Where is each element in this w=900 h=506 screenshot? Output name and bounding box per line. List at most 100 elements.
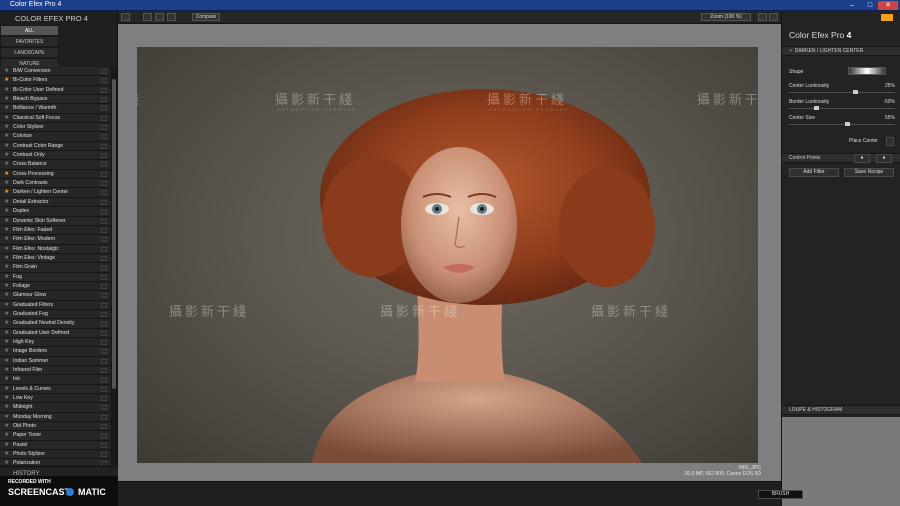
favorite-star-icon[interactable]: ★ <box>4 254 9 263</box>
filter-item[interactable]: ★ Foliage <box>0 281 110 292</box>
recipe-icon[interactable] <box>101 311 107 317</box>
recipe-icon[interactable] <box>101 78 107 84</box>
filter-item[interactable]: ★ Detail Extractor <box>0 197 110 208</box>
filter-item[interactable]: ★ Ink <box>0 375 110 385</box>
favorite-star-icon[interactable]: ★ <box>4 235 9 244</box>
filter-item[interactable]: ★ Graduated Filters <box>0 300 110 310</box>
panel-toggle-icon[interactable] <box>121 13 130 21</box>
recipe-icon[interactable] <box>101 330 107 336</box>
recipe-icon[interactable] <box>101 97 107 103</box>
recipe-icon[interactable] <box>101 424 107 430</box>
favorite-star-icon[interactable]: ★ <box>4 431 9 440</box>
filter-item[interactable]: ★ Midnight <box>0 403 110 413</box>
filter-section-header[interactable]: ✓ DARKEN / LIGHTEN CENTER <box>782 46 900 56</box>
recipe-icon[interactable] <box>101 181 107 187</box>
recipe-icon[interactable] <box>101 162 107 168</box>
maximize-button[interactable]: □ <box>860 1 880 10</box>
favorite-star-icon[interactable]: ★ <box>4 357 9 366</box>
recipe-icon[interactable] <box>101 461 107 465</box>
loupe-histogram-section[interactable]: LOUPE & HISTOGRAM <box>782 405 900 415</box>
slider-knob[interactable] <box>844 122 850 126</box>
recipe-icon[interactable] <box>101 143 107 149</box>
filter-item[interactable]: ★ Fog <box>0 272 110 282</box>
zoom-select[interactable]: Zoom (100 %) <box>701 13 751 21</box>
favorite-star-icon[interactable]: ★ <box>4 160 9 169</box>
recipe-icon[interactable] <box>101 134 107 140</box>
brush-button[interactable]: BRUSH <box>758 490 803 499</box>
slider-knob[interactable] <box>852 90 858 94</box>
filter-item[interactable]: ★ Graduated User Defined <box>0 328 110 338</box>
filter-item[interactable]: ★ Graduated Neutral Density <box>0 319 110 329</box>
filter-item[interactable]: ★ Dynamic Skin Softener <box>0 216 110 226</box>
filter-item[interactable]: ★ Glamour Glow <box>0 291 110 301</box>
favorite-star-icon[interactable]: ★ <box>4 347 9 356</box>
recipe-icon[interactable] <box>101 358 107 364</box>
favorite-star-icon[interactable]: ★ <box>4 104 9 113</box>
filter-item[interactable]: ★ Levels & Curves <box>0 384 110 395</box>
recipe-icon[interactable] <box>101 190 107 196</box>
favorite-star-icon[interactable]: ★ <box>4 441 9 450</box>
favorite-star-icon[interactable]: ★ <box>4 67 9 76</box>
filter-item[interactable]: ★ Low Key <box>0 394 110 404</box>
filter-item[interactable]: ★ Bi-Color Filters <box>0 76 110 86</box>
filter-item[interactable]: ★ Colorize <box>0 132 110 142</box>
filter-item[interactable]: ★ Photo Stylizer <box>0 450 110 460</box>
favorite-star-icon[interactable]: ★ <box>4 114 9 123</box>
filter-item[interactable]: ★ Contrast Color Range <box>0 141 110 152</box>
recipe-icon[interactable] <box>101 246 107 252</box>
compare-button[interactable]: Compare <box>192 13 220 21</box>
favorite-star-icon[interactable]: ★ <box>4 394 9 403</box>
filter-item[interactable]: ★ Classical Soft Focus <box>0 113 110 124</box>
filter-item[interactable]: ★ Polarization <box>0 459 110 465</box>
recipe-icon[interactable] <box>101 293 107 299</box>
side-by-side-icon[interactable] <box>167 13 176 21</box>
filter-item[interactable]: ★ Film Efex: Faded <box>0 225 110 236</box>
recipe-icon[interactable] <box>101 227 107 233</box>
favorite-star-icon[interactable]: ★ <box>4 95 9 104</box>
center-size-slider[interactable] <box>789 122 895 126</box>
subtract-control-point-button[interactable]: ● <box>876 154 892 163</box>
category-tab-favorites[interactable]: FAVORITES <box>0 36 59 47</box>
scrollbar-thumb[interactable] <box>112 79 116 389</box>
favorite-star-icon[interactable]: ★ <box>4 86 9 95</box>
favorite-star-icon[interactable]: ★ <box>4 366 9 375</box>
filter-item[interactable]: ★ Film Efex: Modern <box>0 235 110 245</box>
recipe-icon[interactable] <box>101 377 107 383</box>
recipe-icon[interactable] <box>101 265 107 271</box>
filter-item[interactable]: ★ Indian Summer <box>0 356 110 366</box>
favorite-star-icon[interactable]: ★ <box>4 263 9 272</box>
favorite-star-icon[interactable]: ★ <box>4 310 9 319</box>
favorite-star-icon[interactable]: ★ <box>4 319 9 328</box>
favorite-star-icon[interactable]: ★ <box>4 198 9 207</box>
filter-item[interactable]: ★ Cross Balance <box>0 160 110 170</box>
favorite-star-icon[interactable]: ★ <box>4 422 9 431</box>
recipe-icon[interactable] <box>101 396 107 402</box>
favorite-star-icon[interactable]: ★ <box>4 450 9 459</box>
favorite-star-icon[interactable]: ★ <box>4 76 9 85</box>
recipe-icon[interactable] <box>101 171 107 177</box>
filter-item[interactable]: ★ Dark Contrasts <box>0 179 110 189</box>
save-recipe-button[interactable]: Save Recipe <box>844 168 894 177</box>
place-center-button[interactable] <box>886 137 894 146</box>
add-filter-button[interactable]: Add Filter <box>789 168 839 177</box>
favorite-star-icon[interactable]: ★ <box>4 123 9 132</box>
category-tab-all[interactable]: ALL <box>0 25 59 36</box>
recipe-icon[interactable] <box>101 349 107 355</box>
favorite-star-icon[interactable]: ★ <box>4 338 9 347</box>
favorite-star-icon[interactable]: ★ <box>4 245 9 254</box>
filter-item[interactable]: ★ Contrast Only <box>0 151 110 161</box>
filter-item[interactable]: ★ Monday Morning <box>0 412 110 423</box>
recipe-icon[interactable] <box>101 87 107 93</box>
recipe-icon[interactable] <box>101 386 107 392</box>
filter-item[interactable]: ★ High Key <box>0 337 110 348</box>
filter-item[interactable]: ★ Film Grain <box>0 263 110 273</box>
filter-item[interactable]: ★ Pastel <box>0 440 110 451</box>
favorite-star-icon[interactable]: ★ <box>4 282 9 291</box>
recipe-icon[interactable] <box>101 274 107 280</box>
recipe-icon[interactable] <box>101 153 107 159</box>
favorite-star-icon[interactable]: ★ <box>4 273 9 282</box>
filter-item[interactable]: ★ Brilliance / Warmth <box>0 104 110 114</box>
favorite-star-icon[interactable]: ★ <box>4 385 9 394</box>
filter-item[interactable]: ★ Cross Processing <box>0 169 110 180</box>
filter-item[interactable]: ★ Color Stylizer <box>0 123 110 133</box>
